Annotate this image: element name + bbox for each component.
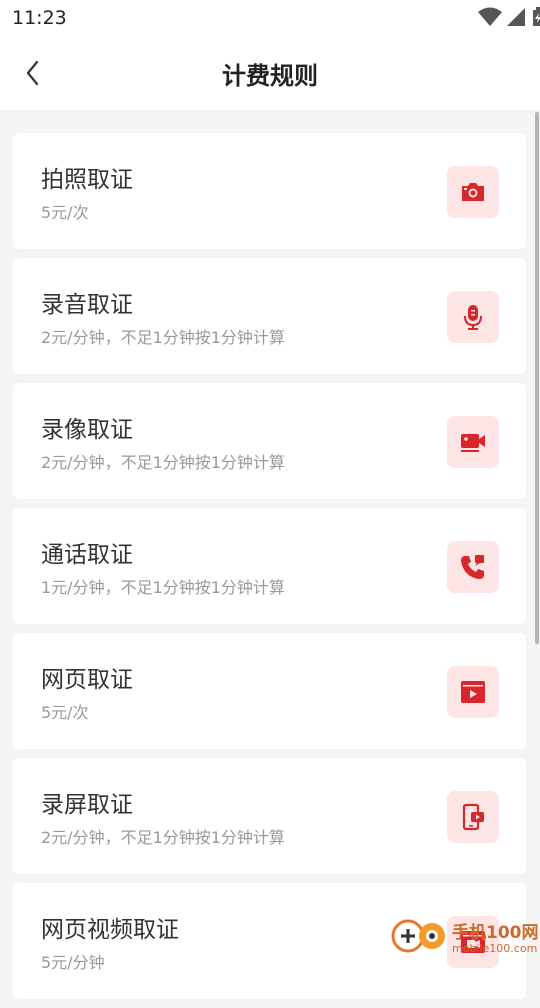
watermark-subtext: mobile100.com — [452, 942, 538, 955]
icon-container — [447, 791, 499, 843]
battery-icon — [533, 7, 540, 26]
item-name: 录音取证 — [41, 292, 133, 318]
item-price: 5元/分钟 — [41, 953, 105, 972]
icon-container — [447, 666, 499, 718]
video-camera-icon — [461, 434, 485, 452]
item-price: 1元/分钟，不足1分钟按1分钟计算 — [41, 578, 285, 597]
list-item-screen-record-evidence[interactable]: 录屏取证 2元/分钟，不足1分钟按1分钟计算 — [13, 758, 526, 874]
item-price: 2元/分钟，不足1分钟按1分钟计算 — [41, 453, 285, 472]
item-price: 2元/分钟，不足1分钟按1分钟计算 — [41, 328, 285, 347]
status-time: 11:23 — [12, 7, 67, 29]
status-bar: 11:23 — [0, 0, 540, 36]
web-page-play-icon — [461, 681, 485, 703]
item-name: 录屏取证 — [41, 792, 133, 818]
phone-call-icon — [461, 555, 484, 579]
scrollbar[interactable] — [535, 112, 539, 644]
item-name: 网页取证 — [41, 667, 133, 693]
list-item-webpage-evidence[interactable]: 网页取证 5元/次 — [13, 633, 526, 749]
wifi-icon — [478, 7, 502, 26]
icon-container — [447, 291, 499, 343]
watermark: 手机100网 mobile100.com — [390, 912, 540, 960]
item-name: 拍照取证 — [41, 167, 133, 193]
microphone-icon — [464, 305, 482, 330]
page-title: 计费规则 — [222, 62, 318, 90]
cellular-signal-icon — [507, 8, 525, 26]
icon-container — [447, 166, 499, 218]
screen-record-icon — [462, 803, 484, 831]
list-item-call-evidence[interactable]: 通话取证 1元/分钟，不足1分钟按1分钟计算 — [13, 508, 526, 624]
item-price: 5元/次 — [41, 203, 89, 222]
icon-container — [447, 541, 499, 593]
list-item-audio-evidence[interactable]: 录音取证 2元/分钟，不足1分钟按1分钟计算 — [13, 258, 526, 374]
item-name: 通话取证 — [41, 542, 133, 568]
item-name: 录像取证 — [41, 417, 133, 443]
icon-container — [447, 416, 499, 468]
item-price: 5元/次 — [41, 703, 89, 722]
camera-icon — [462, 183, 484, 201]
item-name: 网页视频取证 — [41, 917, 179, 943]
list-item-photo-evidence[interactable]: 拍照取证 5元/次 — [13, 133, 526, 249]
watermark-logo-icon — [391, 919, 445, 953]
item-price: 2元/分钟，不足1分钟按1分钟计算 — [41, 828, 285, 847]
list-item-video-evidence[interactable]: 录像取证 2元/分钟，不足1分钟按1分钟计算 — [13, 383, 526, 499]
watermark-text: 手机100网 — [452, 923, 539, 943]
billing-rules-list: 拍照取证 5元/次 录音取证 2元/分钟，不足1分钟按1分钟计算 录像取证 2元… — [13, 133, 526, 1008]
header: 计费规则 — [0, 36, 540, 110]
